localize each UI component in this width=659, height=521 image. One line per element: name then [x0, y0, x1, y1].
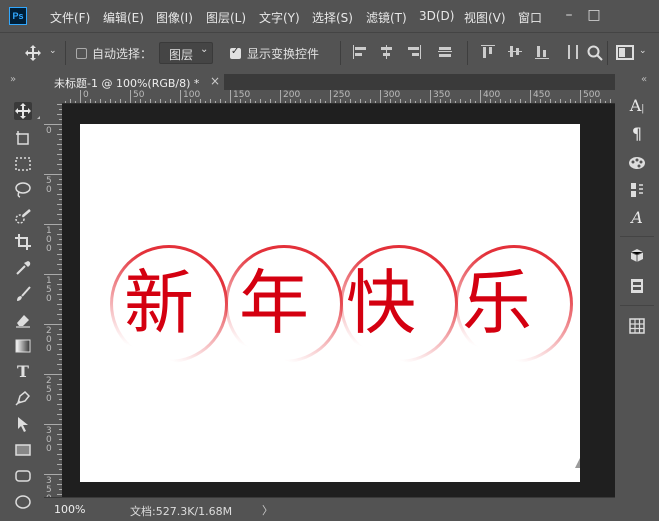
workspace-switcher-icon[interactable] [616, 45, 634, 60]
ruler-label: 200 [283, 90, 301, 100]
align-top-icon[interactable] [480, 44, 496, 60]
align-bottom-icon[interactable] [534, 44, 550, 60]
character-panel-icon[interactable]: A| [628, 97, 646, 115]
ruler-label: 450 [533, 90, 551, 100]
ellipse-icon[interactable] [14, 493, 32, 511]
move-tool-icon[interactable] [24, 44, 42, 62]
menu-image[interactable]: 图像(I) [156, 9, 193, 26]
type-icon[interactable]: T [14, 363, 32, 381]
menu-filter[interactable]: 滤镜(T) [366, 9, 407, 26]
horizontal-ruler[interactable]: 0 50 100 150 200 250 300 350 400 450 500 [62, 90, 615, 104]
glyphs-icon[interactable]: A [628, 209, 646, 227]
canvas-char-xin: 新 [124, 262, 194, 344]
status-menu-arrow-icon[interactable]: 〉 [262, 502, 273, 518]
menu-view[interactable]: 视图(V) [464, 9, 506, 26]
align-left-icon[interactable] [352, 44, 368, 60]
ruler-label: 350 [433, 90, 451, 100]
color-palette-icon[interactable] [628, 153, 646, 171]
resize-grip-icon [575, 458, 580, 468]
move-icon[interactable] [14, 102, 32, 120]
rounded-rect-icon[interactable] [14, 467, 32, 485]
panel-divider [620, 305, 654, 306]
auto-select-target-value: 图层 [169, 48, 194, 62]
search-icon[interactable] [586, 44, 604, 62]
minimize-button[interactable]: – [558, 4, 580, 26]
align-vcenter-icon[interactable] [507, 44, 523, 60]
chevron-down-icon: ⌄ [200, 44, 209, 55]
vertical-ruler[interactable]: 050100150200250300350 [44, 104, 62, 497]
document-info: 文档:527.3K/1.68M [130, 505, 233, 518]
brush-icon[interactable] [14, 285, 32, 303]
crop-icon[interactable] [14, 233, 32, 251]
options-bar: ⌄ 自动选择： 图层 ⌄ 显示变换控件 ⌄ [0, 32, 659, 74]
canvas-char-le: 乐 [462, 262, 532, 344]
canvas-char-kuai: 快 [346, 262, 416, 344]
libraries-icon[interactable] [628, 277, 646, 295]
zoom-level[interactable]: 100% [54, 503, 85, 516]
align-middle-icon[interactable] [437, 44, 453, 60]
ruler-label: 0 [83, 90, 89, 100]
ruler-label: 0 [46, 444, 52, 454]
path-select-icon[interactable] [14, 415, 32, 433]
ruler-label: 0 [46, 344, 52, 354]
gradient-icon[interactable] [14, 337, 32, 355]
ruler-label: 0 [46, 185, 52, 195]
distribute-icon[interactable] [566, 44, 582, 60]
marquee-icon[interactable] [14, 155, 32, 173]
auto-select-target-select[interactable]: 图层 ⌄ [159, 42, 213, 64]
ruler-label: 500 [583, 90, 601, 100]
menu-select[interactable]: 选择(S) [312, 9, 353, 26]
photoshop-logo-icon[interactable]: Ps [9, 7, 27, 25]
ruler-label: 0 [46, 394, 52, 404]
menu-window[interactable]: 窗口 [518, 9, 542, 26]
ruler-origin[interactable] [44, 90, 62, 104]
ruler-label: 0 [46, 294, 52, 304]
3d-icon[interactable] [628, 247, 646, 265]
artboard-icon[interactable] [14, 129, 32, 147]
properties-icon[interactable] [628, 181, 646, 199]
ruler-label: 400 [483, 90, 501, 100]
collapse-panels-icon[interactable]: « [641, 74, 647, 85]
move-tool-dropdown-icon[interactable]: ⌄ [49, 46, 57, 56]
ruler-label: 300 [383, 90, 401, 100]
lasso-icon[interactable] [14, 181, 32, 199]
ruler-label: 0 [46, 244, 52, 254]
show-transform-checkbox[interactable] [230, 46, 241, 59]
ruler-label: 150 [233, 90, 251, 100]
ruler-label: 100 [183, 90, 201, 100]
maximize-button[interactable]: □ [583, 4, 605, 26]
menu-edit[interactable]: 编辑(E) [103, 9, 144, 26]
document-tab-title: 未标题-1 @ 100%(RGB/8) * [54, 77, 200, 90]
close-tab-icon[interactable]: × [210, 74, 220, 88]
workspace-dropdown-icon[interactable]: ⌄ [639, 46, 647, 56]
panel-divider [620, 236, 654, 237]
layers-grid-icon[interactable] [628, 317, 646, 335]
ruler-label: 0 [46, 126, 52, 136]
canvas-char-nian: 年 [239, 262, 309, 344]
document-tab[interactable]: 未标题-1 @ 100%(RGB/8) * × [44, 74, 224, 90]
pen-icon[interactable] [14, 389, 32, 407]
menu-type[interactable]: 文字(Y) [259, 9, 300, 26]
ruler-label: 250 [333, 90, 351, 100]
tool-flyout-indicator [37, 116, 40, 119]
eyedropper-icon[interactable] [14, 259, 32, 277]
eraser-icon[interactable] [14, 311, 32, 329]
collapse-tools-icon[interactable]: » [10, 74, 16, 85]
align-right-icon[interactable] [406, 44, 422, 60]
show-transform-label: 显示变换控件 [247, 47, 320, 61]
menu-file[interactable]: 文件(F) [50, 9, 90, 26]
document-canvas[interactable]: 新 年 快 乐 [80, 124, 580, 482]
auto-select-checkbox[interactable] [76, 48, 87, 59]
quick-select-icon[interactable] [14, 208, 32, 226]
menu-bar: Ps 文件(F) 编辑(E) 图像(I) 图层(L) 文字(Y) 选择(S) 滤… [0, 0, 659, 32]
menu-layer[interactable]: 图层(L) [206, 9, 246, 26]
rectangle-icon[interactable] [14, 441, 32, 459]
menu-3d[interactable]: 3D(D) [419, 9, 454, 23]
auto-select-label: 自动选择： [92, 47, 153, 61]
ruler-label: 50 [133, 90, 145, 100]
status-bar: 100% 文档:527.3K/1.68M 〉 [44, 497, 615, 521]
align-center-icon[interactable] [379, 44, 395, 60]
paragraph-panel-icon[interactable]: ¶ [628, 125, 646, 143]
